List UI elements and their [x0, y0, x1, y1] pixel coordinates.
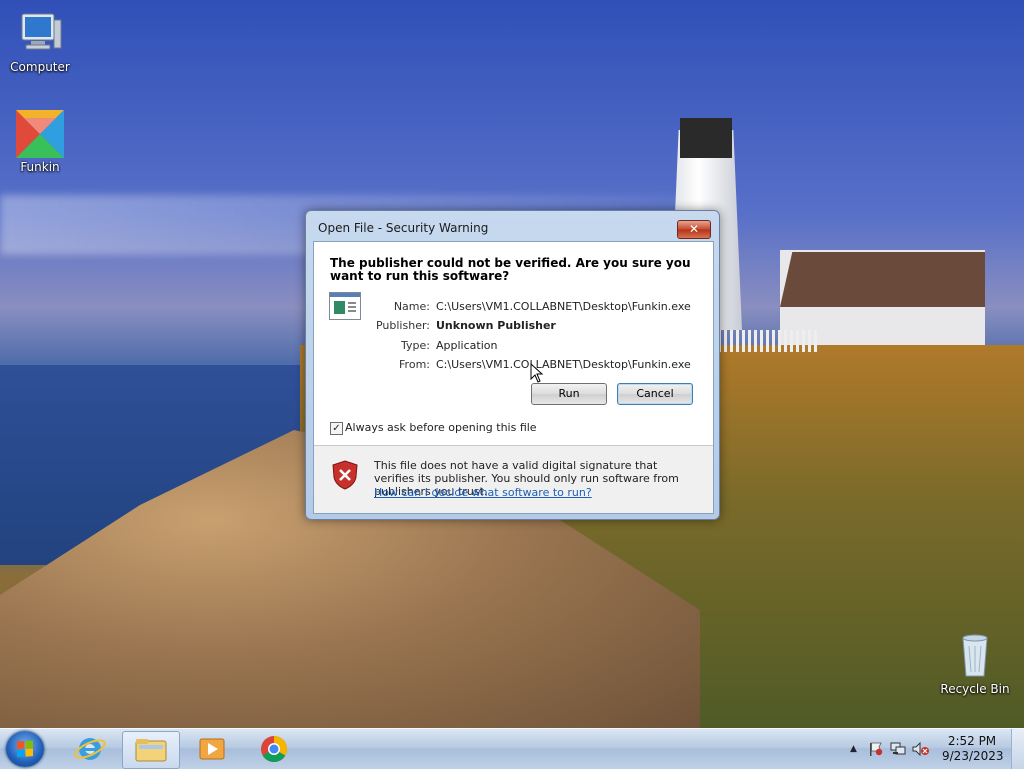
windows-logo-icon — [17, 740, 33, 758]
run-button[interactable]: Run — [531, 383, 607, 405]
recycle-bin-icon — [962, 634, 988, 677]
clock-time: 2:52 PM — [947, 734, 997, 748]
taskbar-chrome[interactable] — [246, 731, 302, 767]
desktop-icon-label: Funkin — [20, 160, 60, 174]
publisher-label: Publisher: — [375, 319, 430, 332]
taskbar: ▲ 2:52 PM 9/23/2023 — [0, 728, 1024, 769]
file-explorer-icon — [135, 739, 167, 762]
close-button[interactable]: ✕ — [677, 220, 711, 239]
shield-warning-icon — [332, 460, 358, 490]
type-value: Application — [436, 339, 498, 352]
type-label: Type: — [401, 339, 430, 352]
taskbar-file-explorer[interactable] — [122, 731, 180, 769]
wallpaper-fence — [718, 330, 818, 352]
desktop: Computer Funkin Recycle Bin Open File - … — [0, 0, 1024, 768]
system-tray: ▲ 2:52 PM 9/23/2023 — [844, 729, 1024, 769]
clock-date: 9/23/2023 — [942, 749, 1004, 763]
from-label: From: — [399, 358, 430, 371]
name-label: Name: — [393, 300, 430, 313]
dialog-footer: This file does not have a valid digital … — [314, 446, 713, 513]
show-hidden-icons-chevron[interactable]: ▲ — [850, 744, 857, 754]
publisher-value: Unknown Publisher — [436, 319, 556, 332]
security-warning-dialog: Open File - Security Warning ✕ The publi… — [305, 210, 720, 520]
dialog-content: The publisher could not be verified. Are… — [313, 241, 714, 514]
desktop-icon-funkin[interactable]: Funkin — [0, 110, 80, 174]
cancel-button[interactable]: Cancel — [617, 383, 693, 405]
internet-explorer-icon — [74, 738, 106, 760]
chrome-icon — [261, 735, 288, 763]
mouse-cursor-icon — [530, 363, 544, 383]
funkin-app-icon — [16, 110, 64, 158]
always-ask-label[interactable]: Always ask before opening this file — [345, 421, 537, 434]
taskbar-media-player[interactable] — [184, 731, 240, 767]
action-center-flag-icon[interactable] — [868, 742, 884, 756]
dialog-headline: The publisher could not be verified. Are… — [330, 256, 691, 283]
desktop-icon-label: Recycle Bin — [940, 682, 1010, 696]
desktop-icon-label: Computer — [10, 60, 70, 74]
network-icon[interactable] — [890, 742, 906, 756]
desktop-icon-recycle-bin[interactable]: Recycle Bin — [935, 632, 1015, 696]
clock[interactable]: 2:52 PM 9/23/2023 — [942, 734, 1004, 764]
media-player-icon — [199, 738, 225, 760]
help-link[interactable]: How can I decide what software to run? — [374, 486, 592, 499]
taskbar-internet-explorer[interactable] — [62, 731, 118, 767]
start-button[interactable] — [6, 731, 44, 767]
wallpaper-lighthouse-lamp — [680, 118, 732, 158]
from-value: C:\Users\VM1.COLLABNET\Desktop\Funkin.ex… — [436, 358, 691, 371]
show-desktop-button[interactable] — [1011, 729, 1024, 769]
volume-muted-icon[interactable] — [912, 742, 930, 756]
close-icon: ✕ — [688, 222, 700, 236]
always-ask-checkbox[interactable]: ✓ — [330, 422, 343, 435]
dialog-title: Open File - Security Warning — [318, 221, 489, 235]
dialog-titlebar[interactable]: Open File - Security Warning ✕ — [306, 211, 719, 241]
name-value: C:\Users\VM1.COLLABNET\Desktop\Funkin.ex… — [436, 300, 691, 313]
desktop-icon-computer[interactable]: Computer — [0, 10, 80, 74]
wallpaper-roof — [780, 252, 985, 307]
computer-icon — [21, 13, 62, 50]
